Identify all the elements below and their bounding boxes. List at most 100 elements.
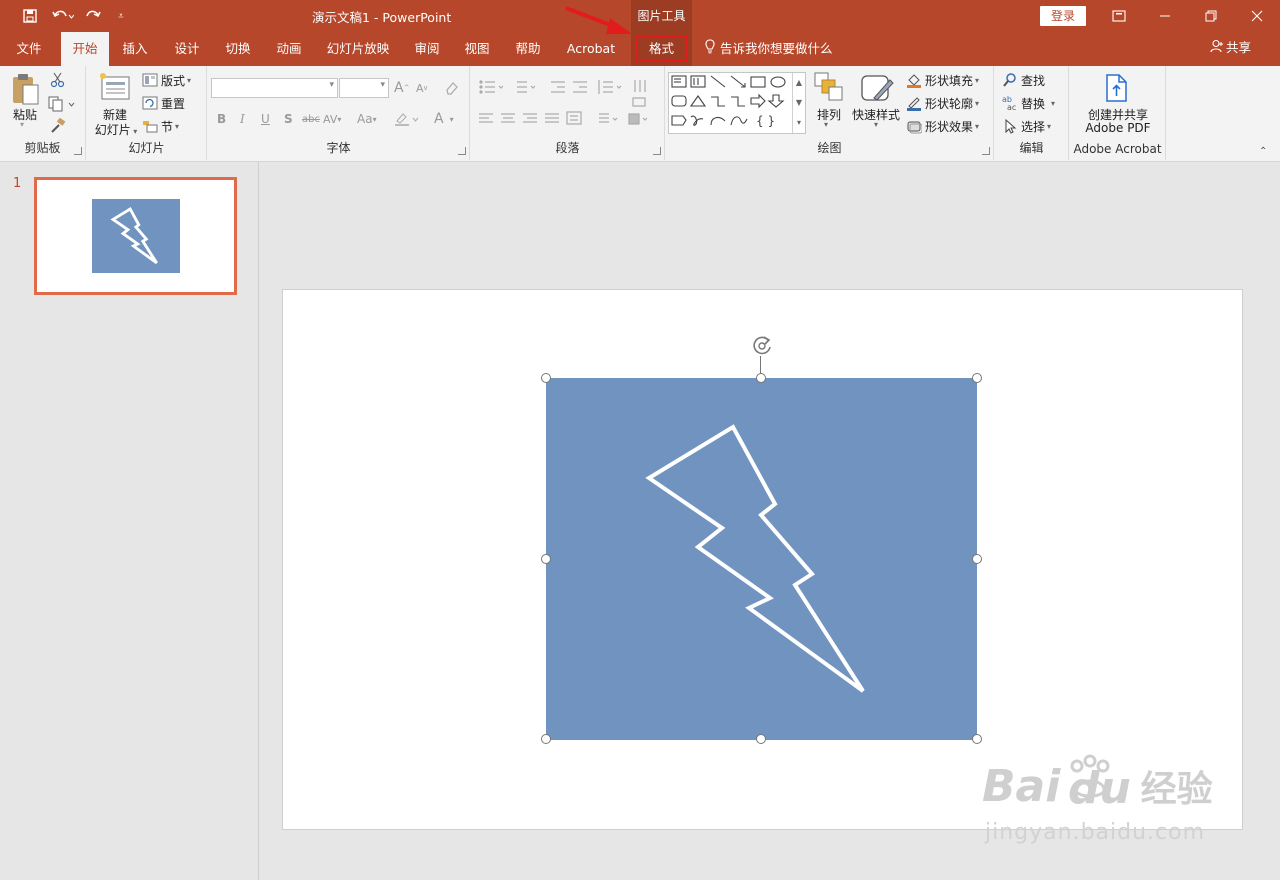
quick-styles-icon[interactable] (860, 72, 894, 107)
resize-handle-top-right[interactable] (972, 373, 982, 383)
ribbon: 粘贴 ▾ 剪贴板 新建 幻灯片 ▾ 版式 ▾ 重置 节 ▾ 幻灯片 ▾ ▾ A … (0, 66, 1280, 162)
quick-styles-dropdown[interactable]: ▾ (874, 120, 878, 129)
strikethrough-button[interactable]: abc (302, 109, 320, 129)
slide-number: 1 (13, 176, 22, 191)
tab-design[interactable]: 设计 (166, 32, 208, 66)
acrobat-group-label: Adobe Acrobat (1073, 142, 1162, 156)
resize-handle-top[interactable] (756, 373, 766, 383)
tab-format[interactable]: 格式 (631, 32, 692, 66)
shapes-gallery-icon[interactable]: { } (669, 73, 793, 133)
section-label: 节 (161, 119, 174, 134)
editing-group: 查找 ab ac 替换 ▾ 选择 ▾ 编辑 (995, 66, 1069, 160)
replace-label: 替换 (1021, 96, 1046, 111)
arrange-label[interactable]: 排列 (812, 106, 846, 123)
selected-picture[interactable] (546, 378, 977, 740)
paste-dropdown-icon[interactable]: ▾ (20, 120, 24, 129)
lightning-icon (645, 424, 865, 693)
resize-handle-bottom-left[interactable] (541, 734, 551, 744)
new-slide-icon[interactable] (99, 72, 131, 105)
resize-handle-right[interactable] (972, 554, 982, 564)
customize-icon[interactable]: ⩡ (112, 0, 130, 32)
undo-icon[interactable] (48, 0, 78, 32)
tab-slideshow[interactable]: 幻灯片放映 (320, 32, 396, 66)
shape-outline-icon (907, 97, 921, 111)
resize-handle-left[interactable] (541, 554, 551, 564)
reset-icon (142, 96, 158, 110)
watermark-brand: Bai (982, 761, 1061, 812)
paragraph-tools-icon[interactable] (475, 78, 663, 134)
bold-button[interactable]: B (217, 109, 226, 129)
change-case-button[interactable]: Aa ▾ (357, 109, 377, 129)
document-title: 演示文稿1 - PowerPoint (312, 10, 452, 25)
format-painter-icon[interactable] (50, 117, 66, 137)
copy-icon[interactable] (48, 96, 76, 115)
grow-font-icon[interactable]: A ^ (394, 78, 409, 98)
thumbnail-lightning-icon (110, 207, 158, 265)
close-icon[interactable] (1234, 0, 1280, 32)
shape-outline-button[interactable]: 形状轮廓 ▾ (906, 93, 979, 113)
find-label: 查找 (1021, 73, 1046, 88)
layout-button[interactable]: 版式 ▾ (142, 70, 191, 90)
create-pdf-label-2[interactable]: Adobe PDF (1070, 121, 1166, 135)
shadow-button[interactable]: S (284, 109, 293, 129)
highlight-icon[interactable] (394, 109, 420, 129)
paste-icon[interactable] (10, 72, 40, 109)
resize-handle-bottom[interactable] (756, 734, 766, 744)
shrink-font-icon[interactable]: Av (416, 78, 428, 98)
collapse-ribbon-icon[interactable]: ⌃ (1259, 146, 1267, 157)
redo-icon[interactable] (82, 0, 104, 32)
create-pdf-icon[interactable] (1104, 74, 1130, 105)
font-launcher-icon[interactable] (458, 147, 466, 155)
gallery-scroll[interactable]: ▲ ▼ ▾ (792, 73, 805, 133)
share-button[interactable]: 共享 (1210, 32, 1251, 66)
tab-transitions[interactable]: 切换 (217, 32, 259, 66)
drawing-group: { } ▲ ▼ ▾ 排列 ▾ 快速样式 ▾ 形状填充 ▾ 形状轮廓 ▾ 形状效果 ▾ 绘图 (666, 66, 994, 160)
new-slide-label-2[interactable]: 幻灯片 ▾ (91, 121, 141, 138)
tab-file[interactable]: 文件 (6, 32, 52, 66)
select-button[interactable]: 选择 ▾ (1002, 116, 1051, 136)
replace-button[interactable]: ab ac 替换 ▾ (1002, 93, 1055, 113)
char-spacing-button[interactable]: AV ▾ (323, 109, 341, 129)
reset-label: 重置 (161, 96, 186, 111)
shapes-gallery[interactable]: { } ▲ ▼ ▾ (668, 72, 806, 134)
select-label: 选择 (1021, 119, 1046, 134)
clipboard-launcher-icon[interactable] (74, 147, 82, 155)
tab-help[interactable]: 帮助 (507, 32, 549, 66)
login-button[interactable]: 登录 (1040, 6, 1086, 26)
tab-home[interactable]: 开始 (61, 32, 109, 66)
slide-thumbnail-1[interactable] (34, 177, 237, 295)
drawing-launcher-icon[interactable] (982, 147, 990, 155)
font-name-combo[interactable] (211, 78, 338, 98)
arrange-icon[interactable] (814, 72, 844, 105)
tell-me-box[interactable]: 告诉我你想要做什么 (704, 32, 833, 66)
cut-icon[interactable] (50, 72, 66, 91)
paragraph-launcher-icon[interactable] (653, 147, 661, 155)
arrange-dropdown[interactable]: ▾ (824, 120, 828, 129)
italic-button[interactable]: I (240, 109, 245, 129)
find-button[interactable]: 查找 (1002, 70, 1045, 90)
slides-group-label: 幻灯片 (128, 141, 165, 155)
reset-button[interactable]: 重置 (142, 93, 185, 113)
save-icon[interactable] (18, 0, 42, 32)
font-color-button[interactable]: A ▾ (434, 109, 454, 129)
paste-label[interactable]: 粘贴 (10, 106, 40, 123)
lightbulb-icon (704, 33, 716, 67)
tab-review[interactable]: 审阅 (406, 32, 448, 66)
baidu-watermark: Bai du 经验 (982, 754, 1213, 814)
rotate-icon[interactable] (751, 334, 775, 359)
shape-fill-button[interactable]: 形状填充 ▾ (906, 70, 979, 90)
shape-effects-button[interactable]: 形状效果 ▾ (906, 116, 979, 136)
resize-handle-bottom-right[interactable] (972, 734, 982, 744)
tab-animations[interactable]: 动画 (268, 32, 310, 66)
section-button[interactable]: 节 ▾ (142, 116, 179, 136)
tab-insert[interactable]: 插入 (114, 32, 156, 66)
resize-handle-top-left[interactable] (541, 373, 551, 383)
font-size-combo[interactable] (339, 78, 389, 98)
shape-outline-label: 形状轮廓 (925, 96, 974, 111)
minimize-icon[interactable] (1142, 0, 1188, 32)
clear-format-icon[interactable] (444, 78, 460, 98)
underline-button[interactable]: U (261, 109, 270, 129)
maximize-icon[interactable] (1188, 0, 1234, 32)
restore-icon[interactable] (1096, 0, 1142, 32)
tab-view[interactable]: 视图 (456, 32, 498, 66)
